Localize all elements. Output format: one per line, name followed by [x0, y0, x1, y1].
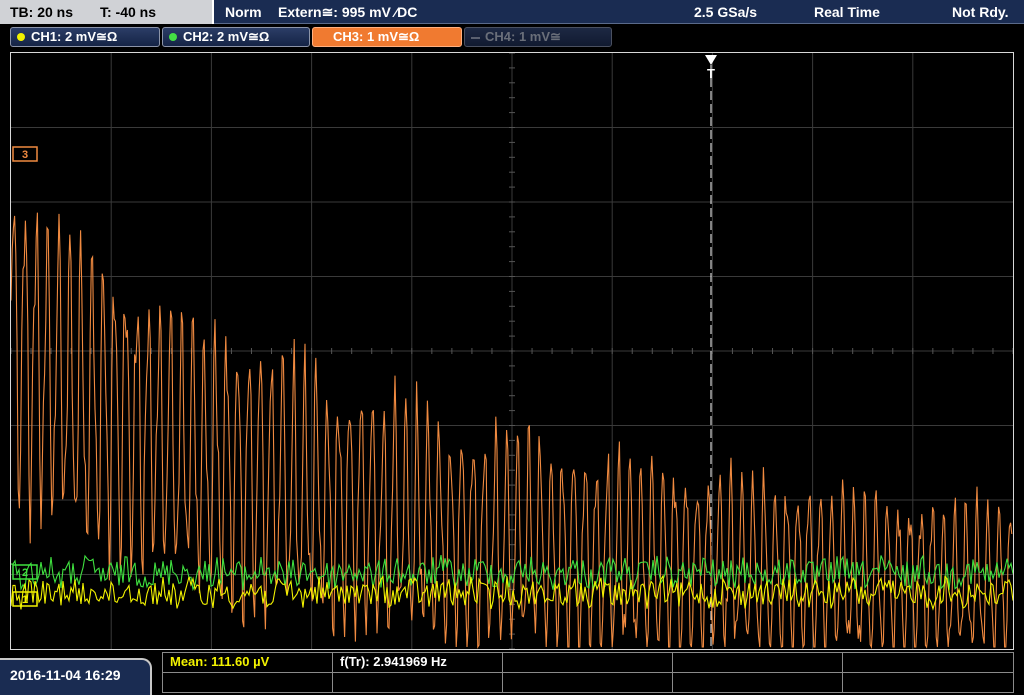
- trigger-marker[interactable]: T: [705, 55, 717, 81]
- channel-1-label: CH1: 2 mV≅Ω: [31, 29, 118, 44]
- channel-bar: CH1: 2 mV≅Ω CH2: 2 mV≅Ω CH3: 1 mV≅Ω CH4:…: [0, 25, 1024, 49]
- channel-2-dot-icon: [169, 33, 177, 41]
- channel-2-tab[interactable]: CH2: 2 mV≅Ω: [162, 27, 310, 47]
- channel-1-dot-icon: [17, 33, 25, 41]
- trigger-source[interactable]: Extern≅: 995 mV ⁄DC: [278, 0, 417, 24]
- measurement-bar: 2016-11-04 16:29 Mean: 111.60 µV f(Tr): …: [0, 650, 1024, 695]
- waveform-canvas: T 3 2 1: [11, 53, 1013, 649]
- measurement-grid: [162, 652, 1014, 693]
- channel-4-label: CH4: 1 mV≅: [485, 29, 561, 44]
- waveform-display[interactable]: T 3 2 1: [10, 52, 1014, 650]
- trigger-offset-value: T: -40 ns: [100, 4, 157, 20]
- ch3-marker-label: 3: [22, 149, 28, 161]
- datetime-display: 2016-11-04 16:29: [0, 658, 152, 695]
- channel-1-tab[interactable]: CH1: 2 mV≅Ω: [10, 27, 160, 47]
- trigger-label: T: [707, 66, 715, 81]
- channel-4-off-icon: [471, 37, 480, 39]
- trigger-arrow-icon: [705, 55, 717, 65]
- sample-rate: 2.5 GSa/s: [694, 4, 758, 20]
- mean-measurement[interactable]: Mean: 111.60 µV: [170, 654, 269, 669]
- ch3-ground-marker[interactable]: 3: [12, 146, 38, 162]
- ch2-marker-label: 2: [22, 567, 28, 579]
- measurement-table[interactable]: Mean: 111.60 µV f(Tr): 2.941969 Hz: [162, 652, 1014, 693]
- channel-3-tab[interactable]: CH3: 1 mV≅Ω: [312, 27, 462, 47]
- channel-4-tab[interactable]: CH4: 1 mV≅: [464, 27, 612, 47]
- trigger-status: Not Rdy.: [952, 4, 1009, 20]
- trigger-mode[interactable]: Norm: [225, 0, 262, 24]
- channel-2-label: CH2: 2 mV≅Ω: [183, 29, 270, 44]
- ch1-marker-label: 1: [22, 594, 28, 606]
- channel-3-label: CH3: 1 mV≅Ω: [333, 29, 420, 44]
- timebase-value: TB: 20 ns: [10, 4, 74, 20]
- frequency-measurement[interactable]: f(Tr): 2.941969 Hz: [340, 654, 447, 669]
- ch3-trace: [11, 212, 1013, 649]
- timebase-panel[interactable]: TB: 20 ns T: -40 ns: [0, 0, 214, 24]
- acquisition-mode[interactable]: Real Time: [814, 0, 880, 24]
- status-bar: TB: 20 ns T: -40 ns Norm Extern≅: 995 mV…: [0, 0, 1024, 24]
